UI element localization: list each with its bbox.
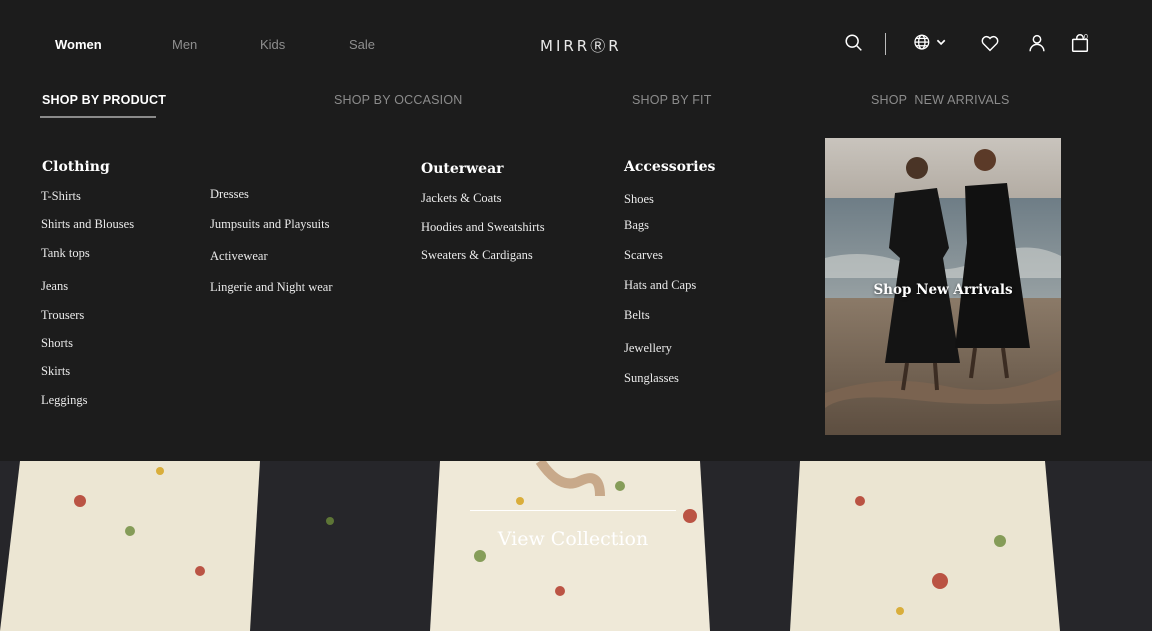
- nav-women[interactable]: Women: [55, 37, 102, 52]
- view-collection-label[interactable]: View Collection: [470, 528, 676, 550]
- menu-link[interactable]: Jeans: [41, 279, 68, 294]
- active-tab-underline: [40, 116, 156, 118]
- globe-icon: [914, 34, 930, 50]
- tab-shop-new-arrivals[interactable]: SHOP NEW ARRIVALS: [871, 93, 1010, 107]
- menu-tabs: SHOP BY PRODUCT SHOP BY OCCASION SHOP BY…: [0, 93, 1152, 123]
- menu-link[interactable]: Jewellery: [624, 341, 672, 356]
- menu-link[interactable]: Scarves: [624, 248, 663, 263]
- cta-divider: [470, 510, 676, 511]
- tab-shop-by-product[interactable]: SHOP BY PRODUCT: [42, 93, 166, 107]
- menu-link[interactable]: Tank tops: [41, 246, 90, 261]
- tab-shop-by-occasion[interactable]: SHOP BY OCCASION: [334, 93, 462, 107]
- nav-men[interactable]: Men: [172, 37, 197, 52]
- menu-link[interactable]: Bags: [624, 218, 649, 233]
- menu-link[interactable]: Sweaters & Cardigans: [421, 248, 533, 263]
- bag-count-badge: 0: [1084, 34, 1088, 41]
- new-arrivals-promo-card[interactable]: Shop New Arrivals: [825, 138, 1061, 435]
- header-divider: [885, 33, 886, 55]
- menu-link[interactable]: T-Shirts: [41, 189, 81, 204]
- shopping-bag-icon[interactable]: [1069, 32, 1093, 56]
- top-navigation-bar: Women Men Kids Sale MIRRⓇR 0: [0, 0, 1152, 88]
- accessories-heading[interactable]: Accessories: [624, 159, 715, 175]
- hero-banner: View Collection: [0, 461, 1152, 631]
- menu-link[interactable]: Trousers: [41, 308, 84, 323]
- nav-kids[interactable]: Kids: [260, 37, 285, 52]
- menu-link[interactable]: Belts: [624, 308, 650, 323]
- menu-link[interactable]: Shorts: [41, 336, 73, 351]
- menu-link[interactable]: Hats and Caps: [624, 278, 696, 293]
- menu-link[interactable]: Shoes: [624, 192, 654, 207]
- menu-link[interactable]: Hoodies and Sweatshirts: [421, 220, 545, 235]
- chevron-down-icon: [936, 39, 946, 46]
- menu-link[interactable]: Leggings: [41, 393, 88, 408]
- outerwear-heading[interactable]: Outerwear: [421, 161, 504, 177]
- menu-link[interactable]: Jackets & Coats: [421, 191, 502, 206]
- language-selector[interactable]: [911, 32, 951, 56]
- brand-logo[interactable]: MIRRⓇR: [540, 35, 622, 56]
- menu-link[interactable]: Activewear: [210, 249, 268, 264]
- menu-link[interactable]: Sunglasses: [624, 371, 679, 386]
- user-icon[interactable]: [1026, 32, 1050, 56]
- menu-link[interactable]: Shirts and Blouses: [41, 217, 134, 232]
- nav-sale[interactable]: Sale: [349, 37, 375, 52]
- clothing-heading[interactable]: Clothing: [42, 159, 110, 175]
- tab-shop-by-fit[interactable]: SHOP BY FIT: [632, 93, 712, 107]
- heart-icon[interactable]: [979, 32, 1003, 56]
- menu-link[interactable]: Jumpsuits and Playsuits: [210, 217, 329, 232]
- search-icon[interactable]: [843, 32, 867, 56]
- menu-link[interactable]: Lingerie and Night wear: [210, 280, 333, 295]
- menu-link[interactable]: Skirts: [41, 364, 70, 379]
- menu-link[interactable]: Dresses: [210, 187, 249, 202]
- promo-label[interactable]: Shop New Arrivals: [825, 282, 1061, 298]
